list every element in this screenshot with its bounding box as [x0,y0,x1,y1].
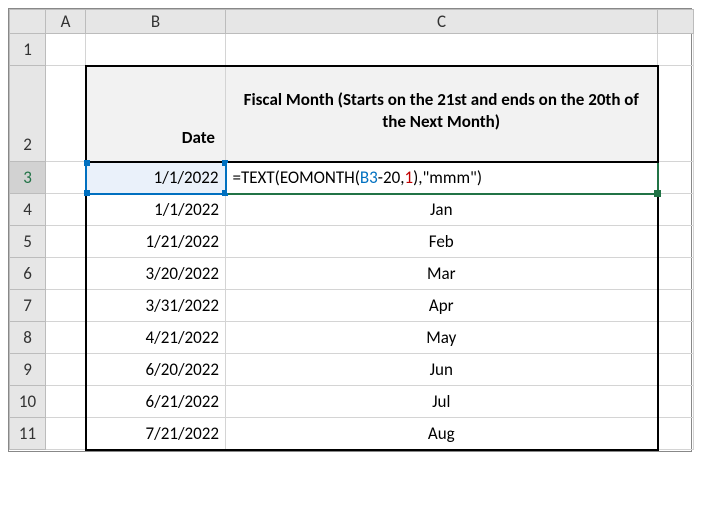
cell-A10[interactable] [46,386,86,418]
col-header-A[interactable]: A [46,10,86,34]
row-header-11[interactable]: 11 [10,418,46,450]
col-header-B[interactable]: B [86,10,226,34]
ref-handle-icon [84,160,90,166]
row-9: 9 6/20/2022 Jun [10,354,694,386]
header-date-label: Date [93,121,220,154]
col-header-blank[interactable] [658,10,694,34]
row-8: 8 4/21/2022 May [10,322,694,354]
row-header-7[interactable]: 7 [10,290,46,322]
cell-B3-value: 1/1/2022 [154,167,219,188]
cell-C10[interactable]: Jul [226,386,658,418]
row-5: 5 1/21/2022 Feb [10,226,694,258]
cell-B1[interactable] [86,34,226,66]
row-header-5[interactable]: 5 [10,226,46,258]
cell-A2[interactable] [46,66,86,162]
cell-C6[interactable]: Mar [226,258,658,290]
header-fiscal-label: Fiscal Month (Starts on the 21st and end… [232,83,651,138]
cell-B5[interactable]: 1/21/2022 [86,226,226,258]
cell-C5[interactable]: Feb [226,226,658,258]
cell-D10[interactable] [658,386,694,418]
cell-D5[interactable] [658,226,694,258]
cell-B6[interactable]: 3/20/2022 [86,258,226,290]
cell-D3[interactable] [658,162,694,194]
cell-D8[interactable] [658,322,694,354]
spreadsheet[interactable]: A B C 1 2 Date Fiscal Month (Starts on t… [8,8,692,452]
cell-A1[interactable] [46,34,86,66]
cell-C1[interactable] [226,34,658,66]
cell-C11[interactable]: Aug [226,418,658,450]
cell-B9[interactable]: 6/20/2022 [86,354,226,386]
cell-C7[interactable]: Apr [226,290,658,322]
cell-D2[interactable] [658,66,694,162]
cell-B10[interactable]: 6/21/2022 [86,386,226,418]
cell-D4[interactable] [658,194,694,226]
cell-A8[interactable] [46,322,86,354]
cell-A3[interactable] [46,162,86,194]
cell-B8[interactable]: 4/21/2022 [86,322,226,354]
select-all-corner[interactable] [10,10,46,34]
row-4: 4 1/1/2022 Jan [10,194,694,226]
cell-C3-active[interactable]: =TEXT(EOMONTH(B3-20,1),"mmm") [226,162,658,194]
cell-D6[interactable] [658,258,694,290]
row-header-3[interactable]: 3 [10,162,46,194]
cell-C9[interactable]: Jun [226,354,658,386]
row-header-4[interactable]: 4 [10,194,46,226]
cell-B11[interactable]: 7/21/2022 [86,418,226,450]
cell-A5[interactable] [46,226,86,258]
cell-C4[interactable]: Jan [226,194,658,226]
row-6: 6 3/20/2022 Mar [10,258,694,290]
column-header-row: A B C [10,10,694,34]
cell-A9[interactable] [46,354,86,386]
row-header-8[interactable]: 8 [10,322,46,354]
cell-A6[interactable] [46,258,86,290]
cell-C8[interactable]: May [226,322,658,354]
header-date[interactable]: Date [86,66,226,162]
grid[interactable]: A B C 1 2 Date Fiscal Month (Starts on t… [9,9,694,451]
row-7: 7 3/31/2022 Apr [10,290,694,322]
cell-D11[interactable] [658,418,694,450]
cell-B7[interactable]: 3/31/2022 [86,290,226,322]
row-3: 3 1/1/2022 =TEXT(EOMONTH(B3-20,1),"mmm") [10,162,694,194]
col-header-C[interactable]: C [226,10,658,34]
row-header-6[interactable]: 6 [10,258,46,290]
row-header-1[interactable]: 1 [10,34,46,66]
header-fiscal-month[interactable]: Fiscal Month (Starts on the 21st and end… [226,66,658,162]
cell-B3-referenced[interactable]: 1/1/2022 [86,162,226,194]
cell-A7[interactable] [46,290,86,322]
row-1: 1 [10,34,694,66]
cell-B4[interactable]: 1/1/2022 [86,194,226,226]
cell-A4[interactable] [46,194,86,226]
cell-D1[interactable] [658,34,694,66]
row-header-2[interactable]: 2 [10,66,46,162]
row-11: 11 7/21/2022 Aug [10,418,694,450]
row-10: 10 6/21/2022 Jul [10,386,694,418]
formula-text: =TEXT(EOMONTH(B3-20,1),"mmm") [233,167,483,188]
row-header-10[interactable]: 10 [10,386,46,418]
row-header-9[interactable]: 9 [10,354,46,386]
cell-D7[interactable] [658,290,694,322]
row-2: 2 Date Fiscal Month (Starts on the 21st … [10,66,694,162]
cell-A11[interactable] [46,418,86,450]
cell-D9[interactable] [658,354,694,386]
